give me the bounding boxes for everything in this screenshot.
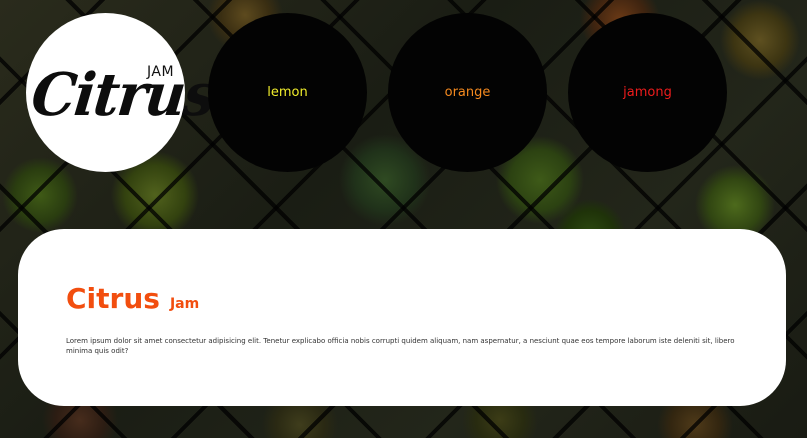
nav-orange[interactable]: orange [388,13,547,172]
logo-wordmark: Citrus [28,60,218,130]
nav-lemon[interactable]: lemon [208,13,367,172]
title-sub: Jam [169,296,200,312]
nav-jamong[interactable]: jamong [568,13,727,172]
citrus-jam-logo[interactable]: JAM Citrus [26,13,217,172]
body-text: Lorem ipsum dolor sit amet consectetur a… [66,337,735,355]
page-title: Citrus Jam [66,281,199,313]
content-card: Citrus Jam Lorem ipsum dolor sit amet con… [18,229,786,406]
title-main: Citrus [66,282,160,315]
